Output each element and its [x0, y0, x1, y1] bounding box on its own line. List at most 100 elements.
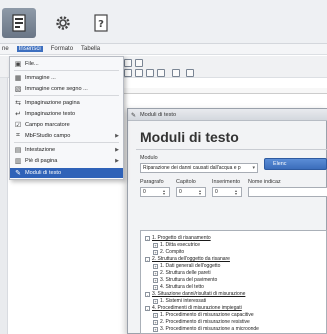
tree-node[interactable]: + 3. Procedimento di misurazione a micro… — [153, 326, 259, 332]
menu-item-text-modules[interactable]: ✎ Moduli di testo — [10, 168, 123, 178]
undo-icon[interactable] — [135, 59, 143, 67]
menu-item-label: Campo marcatore — [25, 122, 70, 128]
menu-separator — [14, 142, 119, 143]
menu-item-file[interactable]: ▣ File... — [10, 59, 123, 69]
menu-item-text-break[interactable]: ↵ Impaginazione testo — [10, 109, 123, 119]
expand-icon[interactable]: + — [153, 312, 158, 318]
menubar: ne Inserisci Formato Tabella — [0, 44, 327, 55]
module-label: Modulo — [140, 155, 158, 161]
mf-studio-icon: ⌗ — [16, 132, 20, 139]
chapter-label: Capitolo — [176, 179, 196, 185]
expand-icon[interactable]: + — [153, 270, 158, 276]
tree-node[interactable]: - 1. Progetto di risanamento — [145, 235, 211, 241]
tree-node[interactable]: - 3. Situazione danni/risultati di misur… — [145, 291, 245, 297]
tree-node[interactable]: + 2. Compito — [153, 249, 184, 255]
tree-node[interactable]: + 2. Struttura delle pareti — [153, 270, 211, 276]
menu-separator — [14, 95, 119, 96]
expand-icon[interactable]: + — [153, 319, 158, 325]
submenu-arrow-icon: ▶ — [115, 158, 119, 164]
collapse-icon[interactable]: - — [145, 305, 150, 311]
expand-icon[interactable]: + — [153, 277, 158, 283]
collapse-icon[interactable]: - — [145, 256, 150, 262]
menu-table[interactable]: Tabella — [81, 46, 100, 52]
name-label: Nome indicaz — [248, 179, 281, 185]
tree-node-label: 3. Procedimento di misurazione a microon… — [160, 326, 259, 332]
insertion-value: 0 — [215, 189, 218, 195]
expand-icon[interactable]: + — [153, 298, 158, 304]
module-select[interactable]: Riparazione dei danni causati dall'acqua… — [140, 163, 258, 173]
file-icon: ▣ — [14, 61, 22, 68]
menu-item-footer[interactable]: ▥ Piè di pagina ▶ — [10, 156, 123, 166]
tree-node-label: 2. Compito — [160, 249, 185, 255]
menu-item-label: File... — [25, 61, 39, 67]
print-icon[interactable] — [124, 59, 132, 67]
expand-icon[interactable]: + — [153, 284, 158, 290]
image-link-icon: ▧ — [14, 86, 22, 93]
chapter-stepper[interactable]: 0 ▴ ▾ — [176, 187, 206, 197]
menu-item-header[interactable]: ▤ Intestazione ▶ — [10, 145, 123, 155]
tree-node[interactable]: + 3. Struttura del pavimento — [153, 277, 217, 283]
bold-icon[interactable] — [124, 69, 132, 77]
tree-node[interactable]: + 2. Procedimento di misurazione resisti… — [153, 319, 250, 325]
document-icon[interactable] — [2, 8, 36, 38]
paragraph-stepper[interactable]: 0 ▴ ▾ — [140, 187, 170, 197]
dialog-heading: Moduli di testo — [140, 129, 239, 145]
tree-node[interactable]: + 4. Struttura del tetto — [153, 284, 204, 290]
tree-node-label: 1. Progetto di risanamento — [152, 235, 211, 241]
expand-icon[interactable]: + — [153, 326, 158, 332]
menu-item-page-break[interactable]: ⇆ Impaginazione pagina — [10, 98, 123, 108]
image-icon: ▦ — [14, 75, 22, 82]
menu-item-label: Impaginazione pagina — [25, 100, 80, 106]
menu-item-image[interactable]: ▦ Immagine ... — [10, 73, 123, 83]
collapse-icon[interactable]: - — [145, 235, 150, 241]
tree-node[interactable]: - 4. Procedimenti di misurazione impiega… — [145, 305, 242, 311]
menu-insert[interactable]: Inserisci — [16, 46, 43, 52]
text-module-icon: ✎ — [15, 170, 21, 177]
page-break-icon: ⇆ — [15, 100, 21, 107]
align-right-icon[interactable] — [157, 69, 165, 77]
gear-icon[interactable] — [46, 8, 80, 38]
tree-node[interactable]: + 1. Dati generali dell'oggetto — [153, 263, 220, 269]
insert-menu: ▣ File... ▦ Immagine ... ▧ Immagine come… — [9, 56, 124, 180]
align-center-icon[interactable] — [146, 69, 154, 77]
help-icon[interactable]: ? — [84, 8, 118, 38]
tree-node[interactable]: + 1. Procedimento di misurazione capacit… — [153, 312, 254, 318]
spinner-icon[interactable]: ▴ ▾ — [199, 189, 204, 196]
menu-format[interactable]: Formato — [51, 46, 73, 52]
spinner-icon[interactable]: ▴ ▾ — [163, 189, 168, 196]
expand-icon[interactable]: + — [153, 263, 158, 269]
expand-icon[interactable]: + — [153, 249, 158, 255]
text-module-icon: ✎ — [131, 113, 137, 119]
name-field[interactable] — [248, 187, 327, 197]
list-icon[interactable] — [172, 69, 180, 77]
menu-item-label: Impaginazione testo — [25, 111, 76, 117]
insertion-stepper[interactable]: 0 ▴ ▾ — [212, 187, 242, 197]
dialog-titlebar: ✎ Moduli di testo — [128, 109, 327, 121]
align-left-icon[interactable] — [135, 69, 143, 77]
tree-node[interactable]: - 2. Struttura dell'oggetto da risanare — [145, 256, 230, 262]
paragraph-value: 0 — [143, 189, 146, 195]
list-button[interactable]: Elenc — [264, 158, 327, 170]
spinner-icon[interactable]: ▴ ▾ — [235, 189, 240, 196]
tree-node-label: 1. Sistemi interessati — [160, 298, 207, 304]
menu-item-image-as-mark[interactable]: ▧ Immagine come segno ... — [10, 84, 123, 94]
menu-separator — [14, 70, 119, 71]
menu-item-bookmark-field[interactable]: ☑ Campo marcatore — [10, 120, 123, 130]
tree-node-label: 3. Situazione danni/risultati di misuraz… — [152, 291, 246, 297]
module-select-value: Riparazione dei danni causati dall'acqua… — [143, 165, 241, 171]
module-tree: - 1. Progetto di risanamento + 1. Ditta … — [140, 230, 327, 334]
menu-item-label: Intestazione — [25, 147, 56, 153]
tree-node[interactable]: + 1. Ditta esecutrice — [153, 242, 200, 248]
table-icon[interactable] — [186, 69, 194, 77]
left-sidebar-strip — [0, 78, 8, 334]
expand-icon[interactable]: + — [153, 242, 158, 248]
tree-node[interactable]: + 1. Sistemi interessati — [153, 298, 206, 304]
tree-node-label: 1. Ditta esecutrice — [160, 242, 201, 248]
menu-item-label: Immagine ... — [25, 75, 56, 81]
svg-text:?: ? — [98, 19, 104, 30]
menu-edit[interactable]: ne — [2, 46, 9, 52]
tree-node-label: 4. Struttura del tetto — [160, 284, 204, 290]
collapse-icon[interactable]: - — [145, 291, 150, 297]
menu-item-mbfstudio-field[interactable]: ⌗ MbFStudio campo ▶ — [10, 131, 123, 141]
insertion-label: Inserimento — [212, 179, 241, 185]
